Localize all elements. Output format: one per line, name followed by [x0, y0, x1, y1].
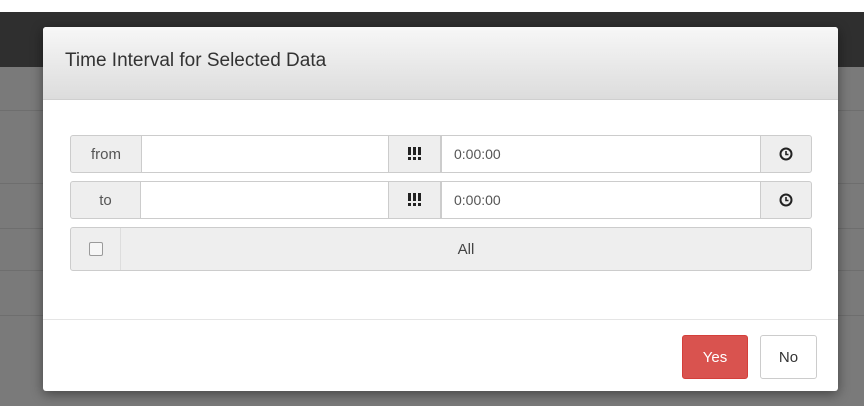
all-label[interactable]: All [121, 228, 811, 270]
to-date-picker-button[interactable] [388, 181, 441, 219]
modal-body: from to [70, 135, 812, 271]
modal-header: Time Interval for Selected Data [43, 27, 838, 100]
yes-button[interactable]: Yes [682, 335, 748, 379]
calendar-grid-icon [407, 147, 421, 160]
all-checkbox[interactable] [88, 242, 103, 256]
calendar-grid-icon [407, 193, 421, 206]
from-label: from [70, 135, 142, 173]
from-date-picker-button[interactable] [388, 135, 441, 173]
from-time-picker-button[interactable] [760, 135, 812, 173]
to-label: to [70, 181, 141, 219]
no-button[interactable]: No [760, 335, 817, 379]
to-row: to [70, 181, 812, 219]
clock-icon [779, 147, 793, 161]
from-row: from [70, 135, 812, 173]
all-checkbox-cell [71, 228, 121, 270]
to-time-input[interactable] [441, 181, 761, 219]
time-interval-modal: Time Interval for Selected Data from 0:0… [43, 27, 838, 391]
from-date-input[interactable] [141, 135, 389, 173]
clock-icon [779, 193, 793, 207]
from-time-input[interactable] [441, 135, 761, 173]
modal-title: Time Interval for Selected Data [65, 50, 327, 71]
to-date-input[interactable] [140, 181, 389, 219]
modal-footer: Yes No [43, 319, 838, 391]
all-row: All [70, 227, 812, 271]
to-time-picker-button[interactable] [760, 181, 812, 219]
